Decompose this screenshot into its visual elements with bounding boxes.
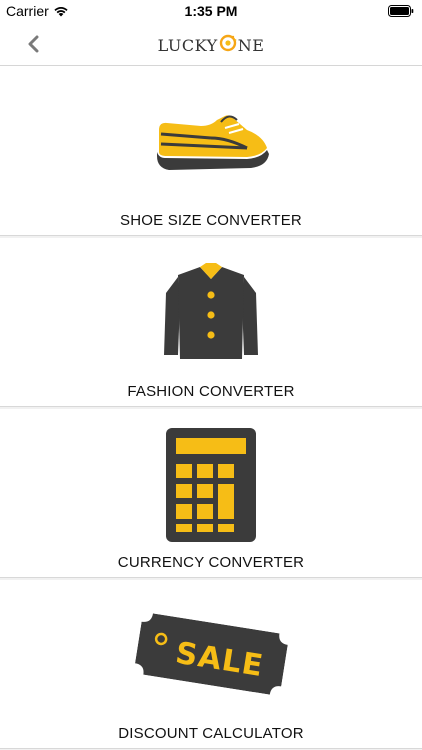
status-time: 1:35 PM xyxy=(184,3,238,19)
sale-tag: SALE xyxy=(133,611,290,700)
list-item-discount-calculator[interactable]: SALE DISCOUNT CALCULATOR xyxy=(0,579,422,749)
jacket-icon xyxy=(164,263,258,359)
navigation-bar: LUCKY NE xyxy=(0,22,422,66)
converter-menu-list: SHOE SIZE CONVERTER FASHION CONVERTER CU… xyxy=(0,66,422,749)
list-item-fashion-converter[interactable]: FASHION CONVERTER xyxy=(0,237,422,407)
calculator-icon xyxy=(166,428,256,542)
list-item-shoe-size-converter[interactable]: SHOE SIZE CONVERTER xyxy=(0,66,422,236)
status-bar: Carrier 1:35 PM xyxy=(0,0,422,22)
list-item-label: CURRENCY CONVERTER xyxy=(117,554,305,571)
logo-text-right: NE xyxy=(237,35,265,55)
list-item-currency-converter[interactable]: CURRENCY CONVERTER xyxy=(0,408,422,578)
list-item-label: SHOE SIZE CONVERTER xyxy=(120,212,302,229)
app-logo: LUCKY NE xyxy=(0,34,422,56)
sale-tag-text: SALE xyxy=(173,635,266,684)
list-item-label: FASHION CONVERTER xyxy=(127,383,295,400)
logo-o-icon xyxy=(219,34,237,56)
app-screen: Carrier 1:35 PM LUCKY NE SHOE SIZE CONVE… xyxy=(0,0,422,750)
battery-icon xyxy=(388,4,414,20)
logo-text-left: LUCKY xyxy=(157,35,218,55)
list-item-label: DISCOUNT CALCULATOR xyxy=(118,725,304,742)
shoe-icon xyxy=(157,115,269,170)
